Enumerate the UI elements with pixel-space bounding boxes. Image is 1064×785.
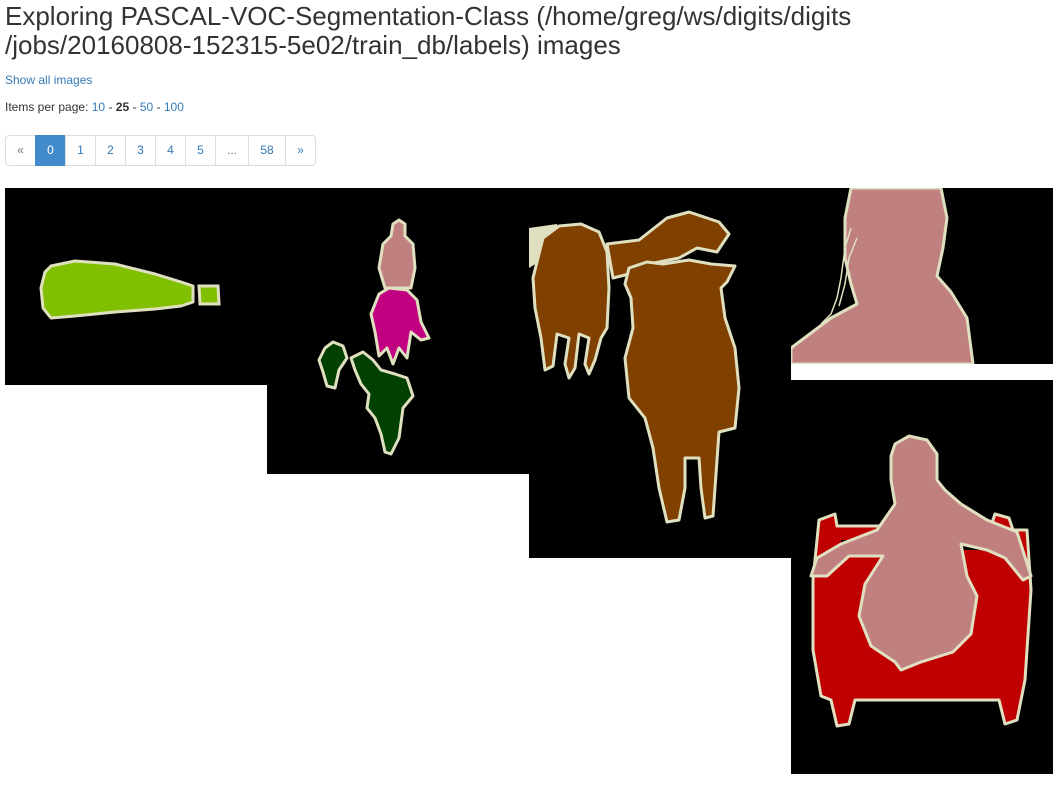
- label-image-1[interactable]: [5, 188, 267, 385]
- items-per-page-label: Items per page:: [5, 100, 89, 114]
- label-image-4[interactable]: [791, 188, 1053, 364]
- pagination-page-58[interactable]: 58: [248, 135, 286, 166]
- pagination-next[interactable]: »: [285, 135, 316, 166]
- page-title-line-2: /jobs/20160808-152315-5e02/train_db/labe…: [5, 30, 621, 60]
- label-image-1-graphic: [5, 188, 267, 385]
- page-title: Exploring PASCAL-VOC-Segmentation-Class …: [5, 2, 1055, 60]
- pagination-page-2[interactable]: 2: [95, 135, 126, 166]
- items-per-page-option-25: 25: [115, 100, 130, 114]
- label-image-2[interactable]: [267, 188, 529, 474]
- label-image-5-graphic: [791, 380, 1053, 774]
- pagination-page-3[interactable]: 3: [125, 135, 156, 166]
- pagination-prev[interactable]: «: [5, 135, 36, 166]
- items-per-page-option-50[interactable]: 50: [140, 100, 153, 114]
- page-title-line-1: Exploring PASCAL-VOC-Segmentation-Class …: [5, 1, 852, 31]
- label-image-2-graphic: [267, 188, 529, 474]
- items-per-page-separator: -: [132, 100, 137, 114]
- show-all-images-link[interactable]: Show all images: [5, 73, 92, 87]
- pagination-ellipsis: ...: [215, 135, 249, 166]
- label-image-3[interactable]: [529, 188, 791, 558]
- items-per-page-option-100[interactable]: 100: [164, 100, 184, 114]
- items-per-page-separator: -: [108, 100, 113, 114]
- pagination-page-5[interactable]: 5: [185, 135, 216, 166]
- items-per-page: Items per page: 10 - 25 - 50 - 100: [5, 100, 184, 114]
- label-image-4-graphic: [791, 188, 1053, 364]
- items-per-page-option-10[interactable]: 10: [92, 100, 105, 114]
- pagination-page-4[interactable]: 4: [155, 135, 186, 166]
- label-image-3-graphic: [529, 188, 791, 558]
- pagination-page-1[interactable]: 1: [65, 135, 96, 166]
- pagination: « 0 1 2 3 4 5 ... 58 »: [5, 135, 316, 166]
- pagination-page-0[interactable]: 0: [35, 135, 66, 166]
- items-per-page-separator: -: [156, 100, 161, 114]
- label-image-5[interactable]: [791, 380, 1053, 774]
